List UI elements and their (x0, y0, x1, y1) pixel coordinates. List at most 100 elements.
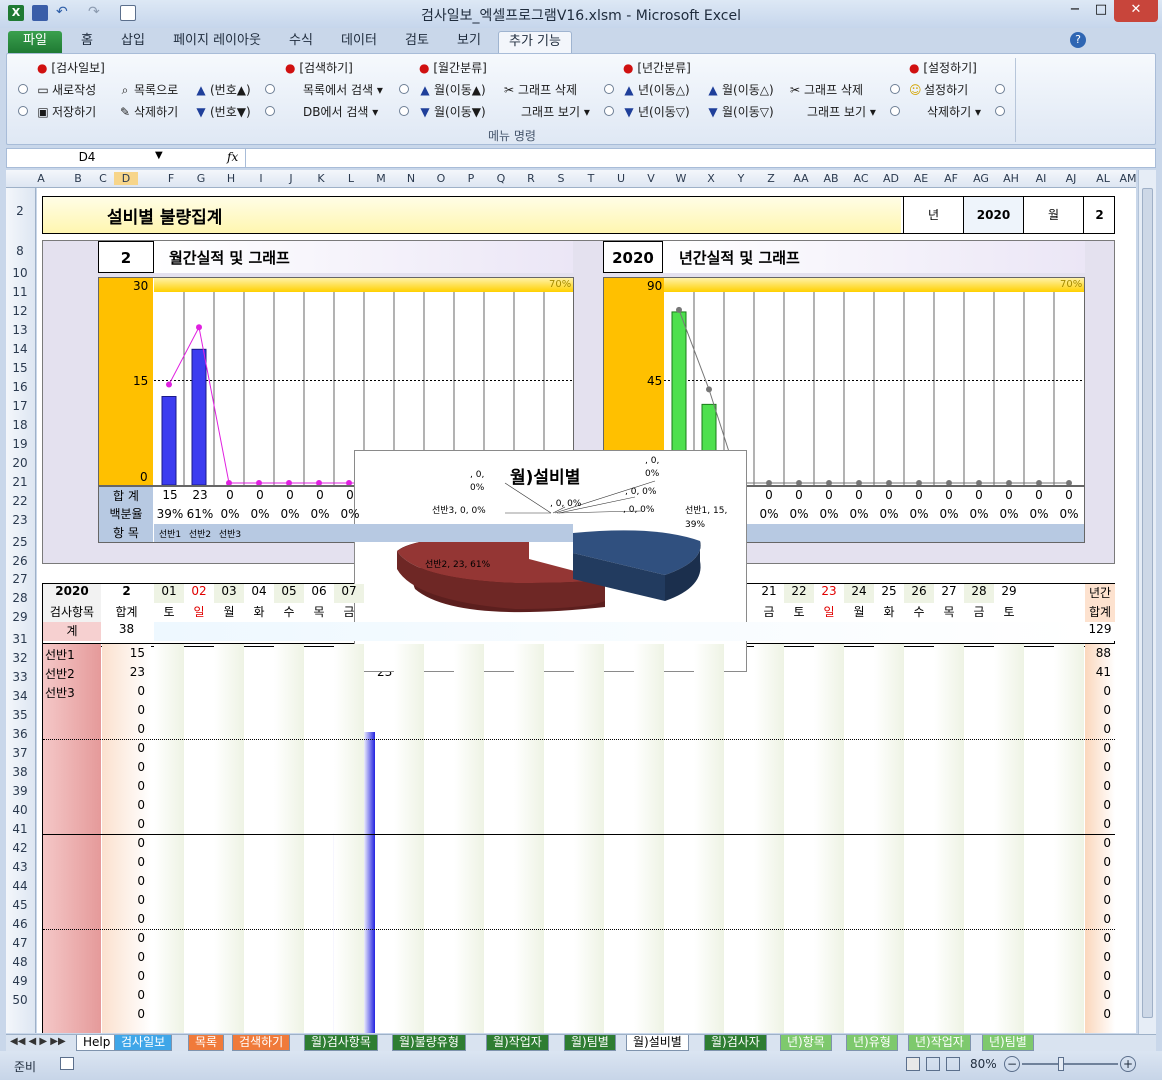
radio-option[interactable] (18, 106, 28, 116)
zoom-out-icon[interactable]: − (1004, 1056, 1020, 1072)
column-header[interactable]: Q (489, 172, 513, 185)
column-header[interactable]: C (91, 172, 115, 185)
name-box[interactable]: D4 (9, 150, 165, 166)
search-list-button[interactable]: 목록에서 검색 ▾ (303, 81, 383, 98)
tab-add-ins[interactable]: 추가 기능 (498, 31, 572, 53)
settings-delete-button[interactable]: 삭제하기 ▾ (927, 103, 981, 120)
year-down-button[interactable]: ▼ 년(이동▽) (623, 103, 689, 120)
row-header[interactable]: 12 (6, 304, 34, 318)
row-header[interactable]: 50 (6, 993, 34, 1007)
column-header[interactable]: Z (759, 172, 783, 185)
sheet-tab[interactable]: 년)유형 (846, 1035, 898, 1051)
minimize-button[interactable]: − (1062, 0, 1088, 22)
year-graph-show-button[interactable]: 그래프 보기 ▾ (807, 103, 876, 120)
column-header[interactable]: H (219, 172, 243, 185)
tab-data[interactable]: 데이터 (332, 31, 386, 53)
row-header[interactable]: 39 (6, 784, 34, 798)
row-header[interactable]: 43 (6, 860, 34, 874)
column-header[interactable]: F (159, 172, 183, 185)
row-header[interactable]: 48 (6, 955, 34, 969)
row-header[interactable]: 41 (6, 822, 34, 836)
radio-option[interactable] (265, 84, 275, 94)
chevron-down-icon[interactable]: ▼ (155, 150, 163, 161)
month-down-button[interactable]: ▼ 월(이동▼) (419, 103, 485, 120)
column-header[interactable]: Y (729, 172, 753, 185)
worksheet[interactable]: 설비별 불량집계 년 2020 월 2 2 월간실적 및 그래프 70% 30 … (37, 188, 1136, 1033)
column-header[interactable]: D (114, 172, 138, 185)
row-header[interactable]: 35 (6, 708, 34, 722)
zoom-level[interactable]: 80% (970, 1057, 997, 1071)
number-down-button[interactable]: ▼ (번호▼) (195, 103, 250, 120)
column-header[interactable]: N (399, 172, 423, 185)
column-header[interactable]: S (549, 172, 573, 185)
column-header[interactable]: O (429, 172, 453, 185)
sheet-tab[interactable]: Help (76, 1035, 118, 1051)
row-header[interactable]: 2 (6, 204, 34, 218)
month-up-button[interactable]: ▲ 월(이동▲) (419, 81, 485, 98)
month-value[interactable]: 2 (1083, 197, 1115, 233)
row-header[interactable]: 10 (6, 266, 34, 280)
row-header[interactable]: 34 (6, 689, 34, 703)
row-header[interactable]: 21 (6, 475, 34, 489)
row-header[interactable]: 42 (6, 841, 34, 855)
row-header[interactable]: 38 (6, 765, 34, 779)
sheet-tab[interactable]: 검사일보 (114, 1035, 173, 1051)
tab-formulas[interactable]: 수식 (280, 31, 322, 53)
graph-show-button[interactable]: 그래프 보기 ▾ (521, 103, 590, 120)
sheet-tab[interactable]: 년)항목 (780, 1035, 832, 1051)
row-header[interactable]: 17 (6, 399, 34, 413)
year-up-button[interactable]: ▲ 년(이동△) (623, 81, 689, 98)
row-header[interactable]: 18 (6, 418, 34, 432)
macro-record-icon[interactable] (60, 1057, 74, 1070)
column-header[interactable]: P (459, 172, 483, 185)
sheet-tab[interactable]: 년)팀별 (982, 1035, 1034, 1051)
tab-page-layout[interactable]: 페이지 레이아웃 (164, 31, 270, 53)
delete-record-button[interactable]: ✎ 삭제하기 (119, 103, 178, 120)
column-header[interactable]: AH (999, 172, 1023, 185)
scroll-thumb[interactable] (1142, 188, 1153, 1018)
sheet-tab[interactable]: 목록 (188, 1035, 225, 1051)
save-record-button[interactable]: ▣ 저장하기 (37, 103, 96, 120)
column-header[interactable]: L (339, 172, 363, 185)
radio-option[interactable] (890, 84, 900, 94)
sheet-tab[interactable]: 월)검사자 (704, 1035, 767, 1051)
tab-file[interactable]: 파일 (8, 31, 62, 53)
normal-view-icon[interactable] (906, 1057, 920, 1071)
row-header[interactable]: 11 (6, 285, 34, 299)
radio-option[interactable] (995, 106, 1005, 116)
column-header[interactable]: U (609, 172, 633, 185)
radio-option[interactable] (604, 84, 614, 94)
new-button[interactable]: ▭ 새로작성 (37, 81, 96, 98)
column-header[interactable]: V (639, 172, 663, 185)
number-up-button[interactable]: ▲ (번호▲) (195, 81, 250, 98)
column-header[interactable]: X (699, 172, 723, 185)
column-header[interactable]: K (309, 172, 333, 185)
column-header[interactable]: W (669, 172, 693, 185)
tab-scroll-arrows-icon[interactable]: ◀◀ ◀ ▶ ▶▶ (10, 1036, 66, 1047)
row-header[interactable]: 44 (6, 879, 34, 893)
year-value[interactable]: 2020 (963, 197, 1023, 233)
radio-option[interactable] (399, 106, 409, 116)
row-header[interactable]: 46 (6, 917, 34, 931)
column-header[interactable]: M (369, 172, 393, 185)
sheet-tab[interactable]: 월)설비별 (626, 1035, 689, 1051)
row-header[interactable]: 16 (6, 380, 34, 394)
row-header[interactable]: 22 (6, 494, 34, 508)
settings-button[interactable]: ☺ 설정하기 (909, 81, 968, 98)
year-month-down-button[interactable]: ▼ 월(이동▽) (707, 103, 773, 120)
sheet-tab[interactable]: 월)작업자 (486, 1035, 549, 1051)
close-button[interactable]: ✕ (1114, 0, 1158, 22)
row-header[interactable]: 33 (6, 670, 34, 684)
row-header[interactable]: 45 (6, 898, 34, 912)
page-layout-view-icon[interactable] (926, 1057, 940, 1071)
row-header[interactable]: 20 (6, 456, 34, 470)
column-header[interactable]: J (279, 172, 303, 185)
row-header[interactable]: 40 (6, 803, 34, 817)
sheet-tab[interactable]: 월)검사항목 (304, 1035, 378, 1051)
row-header[interactable]: 49 (6, 974, 34, 988)
column-header[interactable]: R (519, 172, 543, 185)
tab-review[interactable]: 검토 (396, 31, 438, 53)
radio-option[interactable] (890, 106, 900, 116)
row-header[interactable]: 31 (6, 632, 34, 646)
row-header[interactable]: 47 (6, 936, 34, 950)
